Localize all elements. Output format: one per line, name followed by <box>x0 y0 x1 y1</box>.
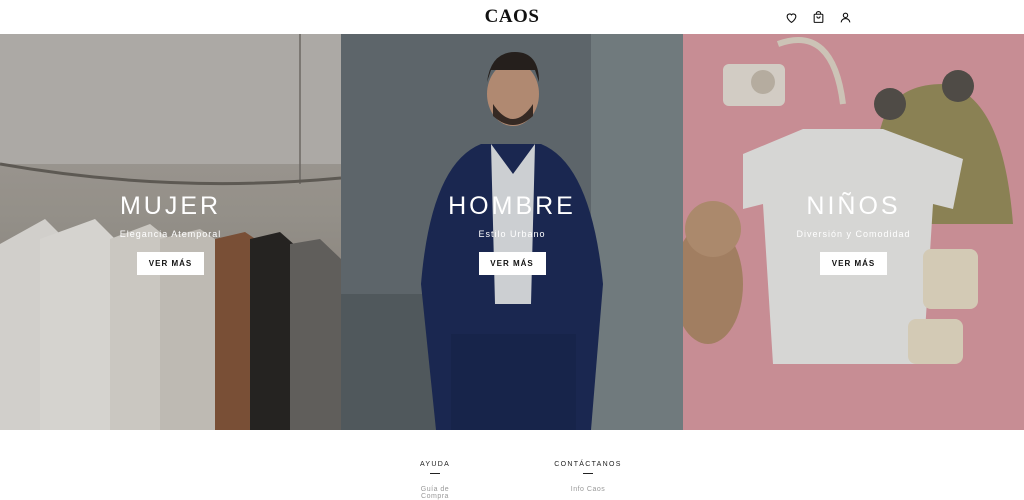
category-hero: MUJER Elegancia Atemporal VER MÁS HOMBRE… <box>0 34 1024 430</box>
category-panel-hombre[interactable]: HOMBRE Estilo Urbano VER MÁS <box>341 34 683 430</box>
footer-column-title: CONTÁCTANOS <box>554 461 622 468</box>
ver-mas-button-hombre[interactable]: VER MÁS <box>478 252 546 275</box>
site-logo[interactable]: CAOS <box>0 6 1024 28</box>
site-header: CAOS <box>0 0 1024 34</box>
panel-content: NIÑOS Diversión y Comodidad VER MÁS <box>683 192 1024 275</box>
ver-mas-button-ninos[interactable]: VER MÁS <box>820 252 887 275</box>
shopping-bag-icon[interactable] <box>809 8 827 26</box>
footer-title-divider <box>430 473 440 474</box>
footer-column-ayuda: AYUDA Guía de Compra <box>410 461 460 500</box>
panel-content: HOMBRE Estilo Urbano VER MÁS <box>341 192 683 275</box>
category-panel-ninos[interactable]: NIÑOS Diversión y Comodidad VER MÁS <box>683 34 1024 430</box>
site-footer: AYUDA Guía de Compra CONTÁCTANOS Info Ca… <box>0 430 1024 500</box>
ver-mas-button-mujer[interactable]: VER MÁS <box>137 252 204 275</box>
panel-title: NIÑOS <box>806 192 901 220</box>
footer-title-divider <box>583 473 593 474</box>
footer-link[interactable]: Guía de Compra <box>410 486 460 500</box>
panel-title: HOMBRE <box>448 192 576 220</box>
panel-subtitle: Estilo Urbano <box>478 229 546 239</box>
footer-column-title: AYUDA <box>419 461 451 468</box>
heart-icon[interactable] <box>782 8 800 26</box>
footer-column-contactanos: CONTÁCTANOS Info Caos <box>553 461 623 493</box>
user-icon[interactable] <box>836 8 854 26</box>
panel-title: MUJER <box>119 192 222 220</box>
panel-subtitle: Diversión y Comodidad <box>796 229 911 239</box>
panel-content: MUJER Elegancia Atemporal VER MÁS <box>0 192 341 275</box>
header-icons <box>782 8 854 26</box>
panel-subtitle: Elegancia Atemporal <box>119 229 222 239</box>
category-panel-mujer[interactable]: MUJER Elegancia Atemporal VER MÁS <box>0 34 341 430</box>
